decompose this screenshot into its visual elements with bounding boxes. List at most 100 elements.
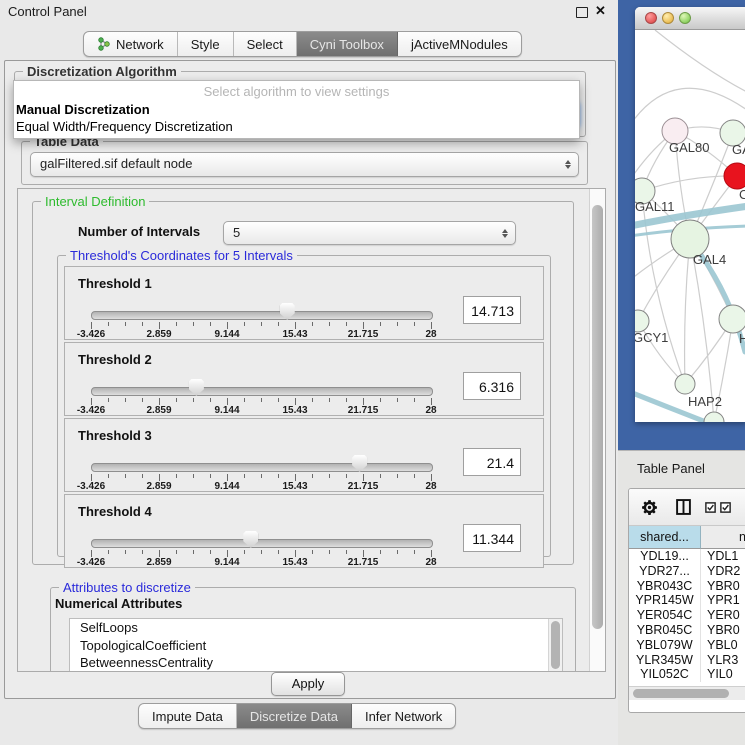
- network-window: GAL80GACGAL11GAL4GCY1HHAP2: [635, 7, 745, 422]
- apply-button[interactable]: Apply: [271, 672, 345, 696]
- table-row[interactable]: YPR145WYPR1: [629, 593, 745, 608]
- interval-definition-title: Interval Definition: [41, 194, 149, 209]
- table-horizontal-scrollbar-thumb[interactable]: [633, 689, 729, 698]
- attributes-scrollbar[interactable]: [548, 619, 562, 672]
- threshold-value-field[interactable]: 14.713: [463, 296, 521, 324]
- table-row[interactable]: YLR345WYLR3: [629, 653, 745, 668]
- viewport-scrollbar[interactable]: [589, 189, 605, 671]
- tab-label: Select: [247, 37, 283, 52]
- network-edge: [635, 88, 745, 125]
- network-node[interactable]: [704, 412, 724, 422]
- threshold-slider-track[interactable]: [91, 539, 433, 548]
- attribute-list-item[interactable]: TopologicalCoefficient: [70, 637, 562, 655]
- num-intervals-combobox[interactable]: 5: [223, 221, 516, 245]
- numerical-attributes-list[interactable]: SelfLoopsTopologicalCoefficientBetweenne…: [69, 618, 563, 672]
- split-columns-icon[interactable]: [676, 499, 691, 515]
- checkbox-checked-icon[interactable]: [705, 502, 716, 513]
- table-toolbar: [629, 489, 745, 526]
- checkbox-checked-icon[interactable]: [720, 502, 731, 513]
- top-tab-bar: Network Style Select Cyni Toolbox jActiveMNo…: [83, 31, 522, 57]
- panel-title: Control Panel: [8, 4, 87, 19]
- zoom-button[interactable]: [679, 12, 691, 24]
- node-label: H: [739, 331, 745, 346]
- shared-name-cell: YPR145W: [629, 593, 701, 608]
- attribute-list-item[interactable]: SelfLoops: [70, 619, 562, 637]
- float-window-icon[interactable]: [576, 7, 588, 18]
- shared-name-cell: YIL052C: [629, 667, 701, 682]
- node-label: GCY1: [635, 330, 668, 345]
- attributes-scrollbar-thumb[interactable]: [551, 621, 560, 669]
- network-edge: [655, 30, 745, 92]
- algorithm-dropdown-popup: Select algorithm to view settings Manual…: [13, 80, 580, 139]
- table-row[interactable]: YBR043CYBR0: [629, 579, 745, 594]
- node-label: C: [739, 187, 745, 202]
- name-cell: YIL0: [701, 667, 745, 682]
- attributes-group-title: Attributes to discretize: [59, 580, 195, 595]
- table-row[interactable]: YDL19...YDL1: [629, 549, 745, 564]
- bottom-tab-bar: Impute Data Discretize Data Infer Network: [138, 703, 456, 729]
- thresholds-group: Threshold's Coordinates for 5 Intervals …: [57, 255, 551, 557]
- network-node-c[interactable]: [724, 163, 745, 189]
- close-icon[interactable]: ✕: [595, 3, 606, 19]
- name-cell: YER0: [701, 608, 745, 623]
- name-cell: YBR0: [701, 623, 745, 638]
- node-label: GA: [732, 142, 745, 157]
- attribute-list-item[interactable]: BetweennessCentrality: [70, 654, 562, 672]
- network-canvas[interactable]: GAL80GACGAL11GAL4GCY1HHAP2: [635, 30, 745, 422]
- bottom-tab-impute-data[interactable]: Impute Data: [139, 704, 237, 728]
- numerical-attributes-label: Numerical Attributes: [55, 596, 182, 611]
- threshold-slider-track[interactable]: [91, 387, 433, 396]
- tab-label: Network: [116, 37, 164, 52]
- name-cell: YBR0: [701, 579, 745, 594]
- table-row[interactable]: YDR27...YDR2: [629, 564, 745, 579]
- network-node-gcy1[interactable]: [635, 310, 649, 332]
- shared-name-cell: YDL19...: [629, 549, 701, 564]
- table-row[interactable]: YER054CYER0: [629, 608, 745, 623]
- table-horizontal-scrollbar[interactable]: [629, 686, 745, 700]
- threshold-value-field[interactable]: 6.316: [463, 372, 521, 400]
- tab-jactivemnodules[interactable]: jActiveMNodules: [398, 32, 521, 56]
- threshold-label: Threshold 3: [78, 428, 152, 443]
- tab-label: Cyni Toolbox: [310, 37, 384, 52]
- dropdown-hint: Select algorithm to view settings: [14, 84, 579, 99]
- table-data-combobox[interactable]: galFiltered.sif default node: [30, 152, 579, 177]
- threshold-slider-track[interactable]: [91, 463, 433, 472]
- bottom-tab-label: Discretize Data: [250, 709, 338, 724]
- network-node-hap2[interactable]: [675, 374, 695, 394]
- shared-name-cell: YBR043C: [629, 579, 701, 594]
- threshold-row-1: Threshold 1-3.4262.8599.14415.4321.71528…: [64, 266, 544, 340]
- slider-tick-labels: -3.4262.8599.14415.4321.71528: [91, 329, 432, 339]
- tab-network[interactable]: Network: [84, 32, 178, 56]
- app-root: Control Panel ✕ Network Style Select Cyni T…: [0, 0, 745, 745]
- bottom-tab-discretize-data[interactable]: Discretize Data: [237, 704, 352, 728]
- table-row[interactable]: YBR045CYBR0: [629, 623, 745, 638]
- viewport-scrollbar-thumb[interactable]: [592, 205, 603, 629]
- slider-tick-labels: -3.4262.8599.14415.4321.71528: [91, 557, 432, 567]
- table-row[interactable]: YBL079WYBL0: [629, 638, 745, 653]
- shared-name-cell: YBR045C: [629, 623, 701, 638]
- table-header-row: shared... na: [629, 526, 745, 549]
- node-table: shared... na YDL19...YDL1YDR27...YDR2YBR…: [628, 488, 745, 713]
- network-icon: [97, 37, 111, 51]
- name-cell: YLR3: [701, 653, 745, 668]
- close-button[interactable]: [645, 12, 657, 24]
- dropdown-option-manual[interactable]: Manual Discretization: [16, 102, 150, 117]
- tab-select[interactable]: Select: [234, 32, 297, 56]
- dropdown-option-equal-width[interactable]: Equal Width/Frequency Discretization: [16, 119, 233, 134]
- threshold-slider-track[interactable]: [91, 311, 433, 320]
- tab-style[interactable]: Style: [178, 32, 234, 56]
- network-node-h[interactable]: [719, 305, 745, 333]
- num-intervals-value: 5: [233, 225, 240, 240]
- minimize-button[interactable]: [662, 12, 674, 24]
- threshold-value-field[interactable]: 21.4: [463, 448, 521, 476]
- tab-cyni-toolbox[interactable]: Cyni Toolbox: [297, 32, 398, 56]
- num-intervals-label: Number of Intervals: [78, 224, 200, 239]
- table-row[interactable]: YIL052CYIL0: [629, 667, 745, 682]
- threshold-value-field[interactable]: 11.344: [463, 524, 521, 552]
- column-header-shared-name[interactable]: shared...: [629, 526, 701, 549]
- gear-icon[interactable]: [641, 499, 658, 516]
- name-cell: YPR1: [701, 593, 745, 608]
- shared-name-cell: YLR345W: [629, 653, 701, 668]
- column-header-name[interactable]: na: [701, 526, 745, 549]
- bottom-tab-infer-network[interactable]: Infer Network: [352, 704, 455, 728]
